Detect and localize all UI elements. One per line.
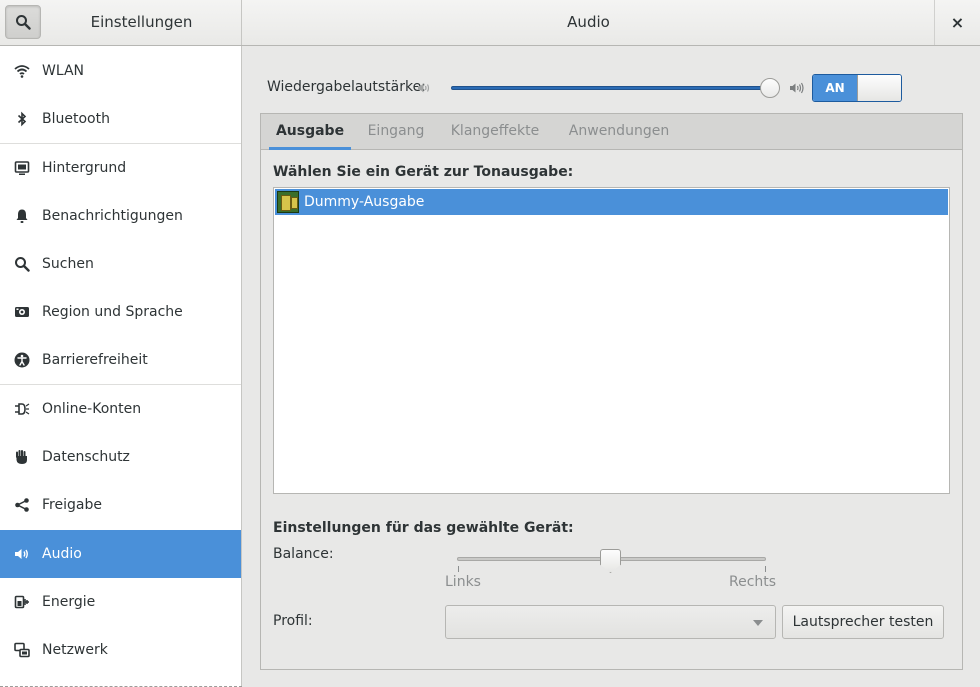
volume-slider[interactable]: [451, 86, 776, 90]
tab-anwendungen[interactable]: Anwendungen: [561, 114, 677, 150]
header-bar: Einstellungen Audio ×: [0, 0, 980, 46]
sidebar-item-barrierefreiheit[interactable]: Barrierefreiheit: [0, 336, 241, 384]
wifi-icon: [14, 63, 30, 79]
search-icon: [16, 15, 31, 30]
privacy-hand-icon: [14, 449, 30, 465]
profile-label: Profil:: [273, 613, 313, 629]
sidebar-item-label: Hintergrund: [42, 160, 127, 176]
sidebar-item-label: Energie: [42, 594, 96, 610]
sidebar-item-suchen[interactable]: Suchen: [0, 240, 241, 288]
sidebar: WLAN Bluetooth Hintergrund Benachrichtig…: [0, 46, 242, 687]
region-icon: [14, 304, 30, 320]
accessibility-icon: [14, 352, 30, 368]
sidebar-item-freigabe[interactable]: Freigabe: [0, 481, 241, 529]
sidebar-item-label: Bluetooth: [42, 111, 110, 127]
volume-label: Wiedergabelautstärke:: [267, 79, 426, 95]
sidebar-item-label: Region und Sprache: [42, 304, 183, 320]
tab-bar: Ausgabe Eingang Klangeffekte Anwendungen: [261, 114, 962, 150]
device-name: Dummy-Ausgabe: [304, 194, 425, 210]
switch-on-label: AN: [813, 75, 857, 101]
sidebar-item-benachrichtigungen[interactable]: Benachrichtigungen: [0, 192, 241, 240]
sound-card-icon: [277, 191, 299, 213]
sidebar-item-hintergrund[interactable]: Hintergrund: [0, 144, 241, 192]
close-icon: ×: [950, 13, 965, 32]
sidebar-item-audio[interactable]: Audio: [0, 530, 241, 578]
device-settings-heading: Einstellungen für das gewählte Gerät:: [273, 520, 574, 536]
sidebar-item-label: Barrierefreiheit: [42, 352, 148, 368]
volume-slider-handle[interactable]: [760, 78, 780, 98]
profile-dropdown[interactable]: [445, 605, 776, 639]
sidebar-item-label: Suchen: [42, 256, 94, 272]
sidebar-item-energie[interactable]: Energie: [0, 578, 241, 626]
tab-klangeffekte[interactable]: Klangeffekte: [443, 114, 547, 150]
volume-low-icon: [416, 80, 432, 100]
sidebar-item-label: Freigabe: [42, 497, 102, 513]
sidebar-item-netzwerk[interactable]: Netzwerk: [0, 626, 241, 674]
output-device-heading: Wählen Sie ein Gerät zur Tonausgabe:: [273, 164, 574, 180]
test-speakers-button[interactable]: Lautsprecher testen: [782, 605, 944, 639]
output-device-list[interactable]: Dummy-Ausgabe: [273, 187, 950, 494]
volume-high-icon: [789, 80, 805, 100]
sidebar-item-label: Online-Konten: [42, 401, 142, 417]
sidebar-item-label: Netzwerk: [42, 642, 108, 658]
page-title: Audio: [567, 13, 610, 31]
volume-switch[interactable]: AN: [812, 74, 902, 102]
sidebar-item-label: Benachrichtigungen: [42, 208, 183, 224]
sidebar-item-region[interactable]: Region und Sprache: [0, 288, 241, 336]
network-icon: [14, 642, 30, 658]
speaker-icon: [14, 546, 30, 562]
sidebar-item-bluetooth[interactable]: Bluetooth: [0, 95, 241, 143]
power-icon: [14, 594, 30, 610]
balance-label: Balance:: [273, 546, 334, 562]
background-icon: [14, 160, 30, 176]
sidebar-item-datenschutz[interactable]: Datenschutz: [0, 433, 241, 481]
online-accounts-icon: [14, 401, 30, 417]
sidebar-item-label: Audio: [42, 546, 82, 562]
bluetooth-icon: [14, 111, 30, 127]
switch-handle[interactable]: [856, 75, 901, 101]
sidebar-title: Einstellungen: [90, 13, 193, 31]
close-button[interactable]: ×: [934, 0, 980, 45]
share-icon: [14, 497, 30, 513]
tab-eingang[interactable]: Eingang: [359, 114, 433, 150]
tab-ausgabe[interactable]: Ausgabe: [269, 114, 351, 150]
sidebar-item-online-konten[interactable]: Online-Konten: [0, 385, 241, 433]
sidebar-item-label: Datenschutz: [42, 449, 130, 465]
sidebar-item-label: WLAN: [42, 63, 85, 79]
header-left: Einstellungen: [0, 0, 242, 45]
balance-tick-left: [458, 566, 459, 572]
balance-left-label: Links: [445, 574, 481, 590]
search-button[interactable]: [5, 5, 41, 39]
sidebar-item-wlan[interactable]: WLAN: [0, 47, 241, 95]
bell-icon: [14, 208, 30, 224]
balance-right-label: Rechts: [729, 574, 777, 590]
balance-tick-right: [765, 566, 766, 572]
search-icon: [14, 256, 30, 272]
list-item[interactable]: Dummy-Ausgabe: [275, 189, 948, 215]
chevron-down-icon: [753, 620, 763, 626]
